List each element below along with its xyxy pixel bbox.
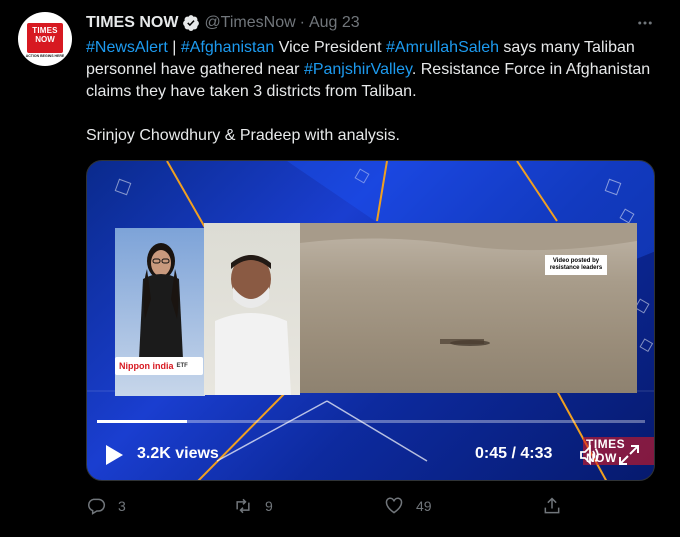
- video-player[interactable]: Video posted by resistance leaders Nippo…: [86, 160, 655, 481]
- hashtag-newsalert[interactable]: #NewsAlert: [86, 39, 168, 56]
- guest-figure: [215, 255, 291, 395]
- text-segment: Vice President: [274, 39, 387, 56]
- fullscreen-icon[interactable]: [617, 443, 641, 467]
- text-segment: |: [167, 39, 181, 56]
- avatar[interactable]: TIMES NOW ACTION BEGINS HERE: [18, 12, 72, 66]
- footage-terrain: [300, 223, 637, 346]
- share-icon: [544, 497, 560, 514]
- play-icon[interactable]: [103, 443, 125, 467]
- tweet-paragraph-2: Srinjoy Chowdhury & Pradeep with analysi…: [86, 127, 400, 144]
- footage-panel: [300, 223, 637, 393]
- reply-count: 3: [118, 498, 126, 514]
- share-button[interactable]: [542, 494, 574, 518]
- view-count: 3.2K views: [137, 445, 219, 462]
- heart-icon: [385, 497, 403, 514]
- hashtag-panjshirvalley[interactable]: #PanjshirValley: [304, 61, 412, 78]
- separator-dot: ·: [299, 14, 305, 31]
- logo-line2: NOW: [35, 35, 55, 44]
- hashtag-amrullahsaleh[interactable]: #AmrullahSaleh: [386, 39, 499, 56]
- author-handle[interactable]: @TimesNow: [204, 14, 295, 32]
- retweet-button[interactable]: 9: [233, 494, 273, 518]
- tweet-text: #NewsAlert | #Afghanistan Vice President…: [86, 37, 656, 147]
- author-name[interactable]: TIMES NOW: [86, 14, 178, 32]
- tweet-header: TIMES NOW @TimesNow · Aug 23: [86, 12, 360, 34]
- progress-fill: [97, 420, 187, 423]
- video-time: 0:45 / 4:33: [475, 445, 553, 462]
- hashtag-afghanistan[interactable]: #Afghanistan: [181, 39, 274, 56]
- retweet-icon: [236, 498, 250, 514]
- retweet-count: 9: [265, 498, 273, 514]
- footage-caption: Video posted by resistance leaders: [545, 255, 607, 275]
- volume-icon[interactable]: [577, 443, 601, 467]
- like-count: 49: [416, 498, 432, 514]
- times-now-logo: TIMES NOW: [27, 23, 63, 53]
- verified-badge-icon: [182, 14, 200, 32]
- reply-icon: [88, 498, 106, 515]
- reply-button[interactable]: 3: [86, 494, 126, 518]
- ticker-ad: Nippon india ETF: [115, 357, 203, 375]
- anchor-figure: [139, 243, 183, 359]
- video-controls: 3.2K views 0:45 / 4:33: [87, 431, 654, 477]
- ticker-suffix: ETF: [176, 363, 188, 369]
- logo-line1: TIMES: [32, 26, 58, 35]
- logo-tagline: ACTION BEGINS HERE: [25, 54, 65, 58]
- tweet[interactable]: TIMES NOW ACTION BEGINS HERE TIMES NOW @…: [0, 0, 680, 537]
- ticker-brand: Nippon india: [119, 361, 174, 371]
- more-options-icon[interactable]: [632, 12, 658, 34]
- tweet-date[interactable]: Aug 23: [309, 14, 360, 32]
- tweet-paragraph-1: #NewsAlert | #Afghanistan Vice President…: [86, 37, 656, 103]
- like-button[interactable]: 49: [384, 494, 432, 518]
- tweet-actions: 3 9 49: [86, 494, 586, 518]
